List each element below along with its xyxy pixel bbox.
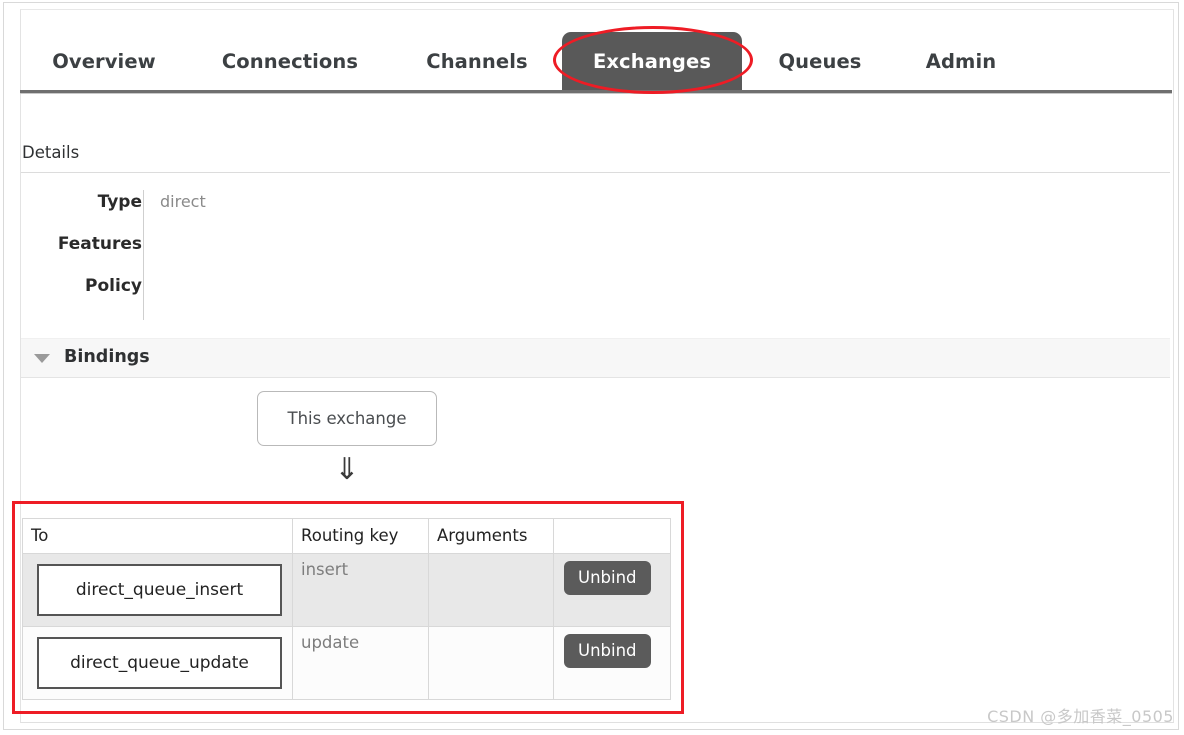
detail-label-type: Type	[22, 188, 142, 216]
table-row: direct_queue_insertinsert Unbind	[23, 554, 671, 627]
tab-underline-shadow	[20, 93, 1172, 94]
column-header-actions	[554, 519, 671, 554]
tab-admin[interactable]: Admin	[912, 32, 1010, 92]
details-table: Type direct Features Policy	[22, 188, 622, 314]
tab-overview[interactable]: Overview	[44, 32, 164, 92]
routing-key-cell: insert	[293, 554, 429, 627]
column-header-arguments: Arguments	[429, 519, 554, 554]
detail-label-features: Features	[22, 230, 142, 258]
column-header-routing-key: Routing key	[293, 519, 429, 554]
queue-link[interactable]: direct_queue_update	[37, 637, 282, 689]
bindings-table-header-row: To Routing key Arguments	[23, 519, 671, 554]
action-cell: Unbind	[554, 627, 671, 700]
detail-row: Policy	[22, 272, 622, 314]
triangle-down-icon[interactable]	[34, 354, 50, 363]
arguments-cell	[429, 554, 554, 627]
tab-queues[interactable]: Queues	[766, 32, 874, 92]
tab-exchanges[interactable]: Exchanges	[562, 32, 742, 92]
bindings-table-body: direct_queue_insertinsertUnbinddirect_qu…	[23, 554, 671, 700]
routing-key-cell: update	[293, 627, 429, 700]
detail-row: Features	[22, 230, 622, 272]
details-heading: Details	[22, 143, 79, 162]
binding-destination-cell: direct_queue_insert	[23, 554, 293, 627]
tab-connections[interactable]: Connections	[210, 32, 370, 92]
details-divider-rule	[21, 172, 1170, 173]
nav-tabs: Overview Connections Channels Exchanges Queu…	[0, 0, 1184, 96]
unbind-button[interactable]: Unbind	[564, 561, 651, 595]
tab-channels[interactable]: Channels	[418, 32, 536, 92]
this-exchange-node: This exchange	[257, 391, 437, 446]
double-down-arrow-icon: ⇓	[330, 455, 364, 485]
bindings-section-header[interactable]	[21, 338, 1170, 378]
arguments-cell	[429, 627, 554, 700]
detail-value-type: direct	[160, 188, 206, 216]
column-header-to: To	[23, 519, 293, 554]
binding-destination-cell: direct_queue_update	[23, 627, 293, 700]
detail-label-policy: Policy	[22, 272, 142, 300]
bindings-title: Bindings	[64, 347, 150, 367]
queue-link[interactable]: direct_queue_insert	[37, 564, 282, 616]
action-cell: Unbind	[554, 554, 671, 627]
table-row: direct_queue_updateupdate Unbind	[23, 627, 671, 700]
bindings-table: To Routing key Arguments direct_queue_in…	[22, 518, 671, 700]
detail-row: Type direct	[22, 188, 622, 230]
unbind-button[interactable]: Unbind	[564, 634, 651, 668]
